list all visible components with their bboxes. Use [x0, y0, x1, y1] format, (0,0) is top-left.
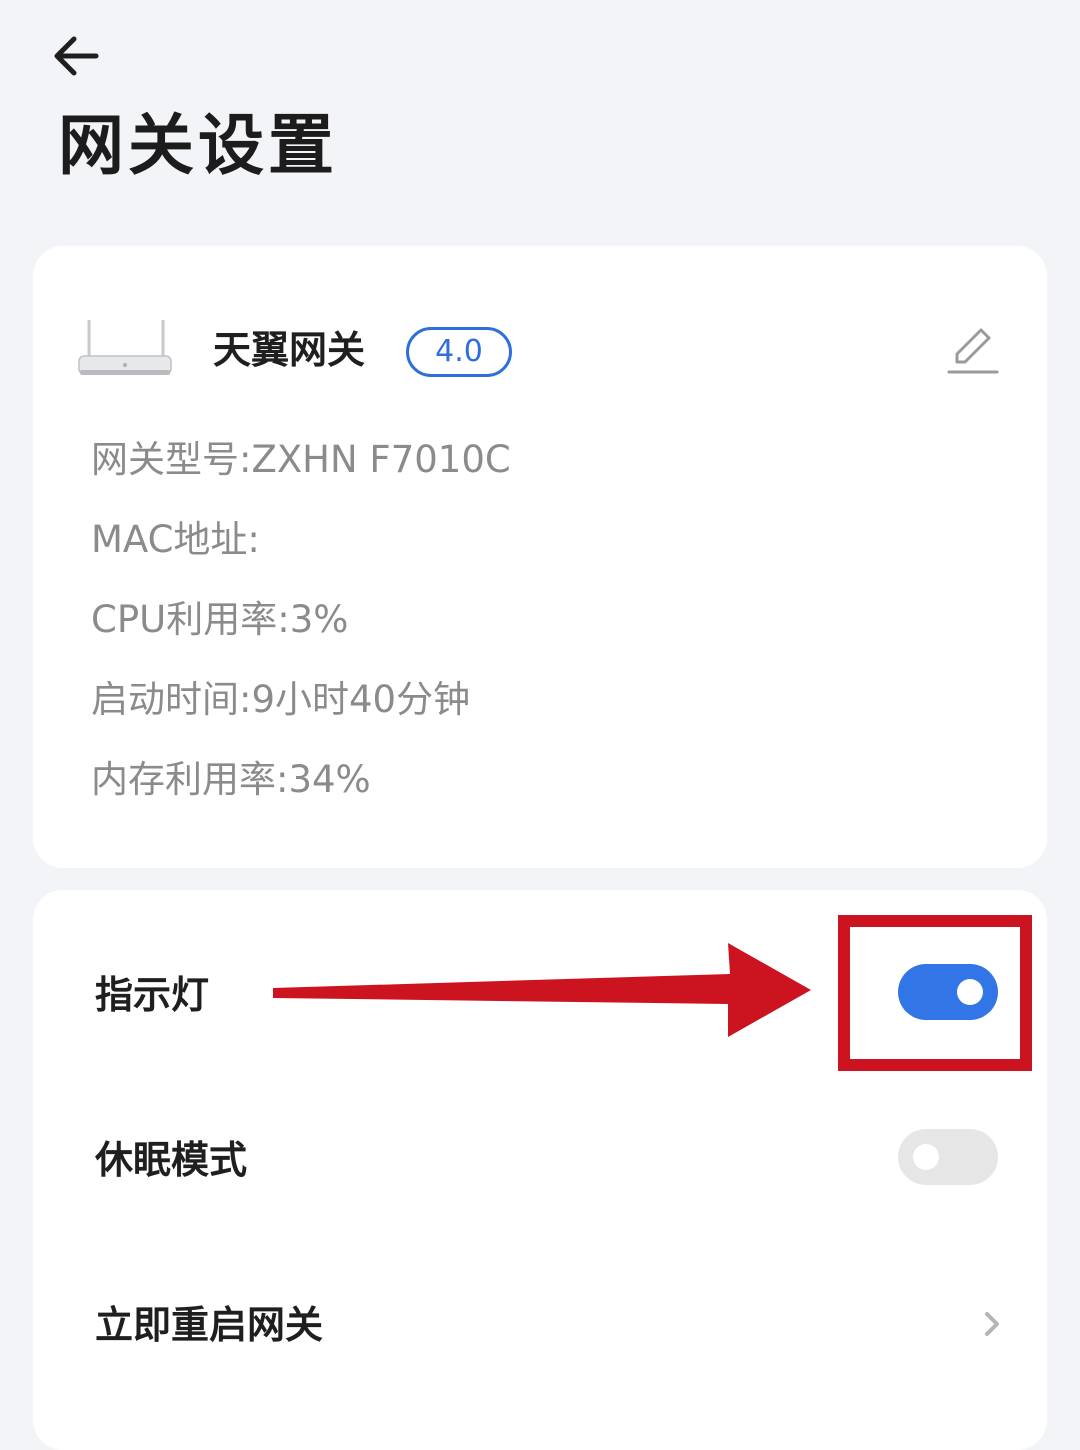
info-mac-address: MAC地址:: [91, 518, 260, 561]
sleep-mode-toggle[interactable]: [898, 1129, 998, 1185]
indicator-light-label: 指示灯: [95, 973, 210, 1017]
restart-gateway-label: 立即重启网关: [95, 1303, 324, 1347]
chevron-right-icon: [985, 1312, 999, 1336]
info-memory-usage: 内存利用率:34%: [91, 758, 371, 801]
red-arrow-annotation: [273, 943, 811, 1037]
device-name: 天翼网关: [213, 328, 366, 372]
edit-name-button[interactable]: [943, 322, 1003, 380]
red-highlight-box: [838, 915, 1032, 1071]
router-image: [78, 320, 172, 375]
version-badge: 4.0: [406, 327, 512, 377]
setting-row-restart-gateway[interactable]: 立即重启网关: [33, 1270, 1047, 1380]
device-info-card: 天翼网关 4.0 网关型号:ZXHN F7010C MAC地址: CPU利用率:…: [33, 246, 1047, 868]
arrow-left-icon: [54, 36, 99, 76]
back-button[interactable]: [44, 28, 108, 84]
setting-row-sleep-mode: 休眠模式: [33, 1105, 1047, 1215]
info-cpu-usage: CPU利用率:3%: [91, 598, 349, 641]
info-uptime: 启动时间:9小时40分钟: [91, 678, 471, 721]
toggle-knob: [913, 1144, 939, 1170]
pencil-icon: [947, 328, 999, 374]
sleep-mode-label: 休眠模式: [95, 1138, 248, 1182]
info-gateway-model: 网关型号:ZXHN F7010C: [91, 438, 511, 481]
page-title: 网关设置: [58, 107, 338, 184]
